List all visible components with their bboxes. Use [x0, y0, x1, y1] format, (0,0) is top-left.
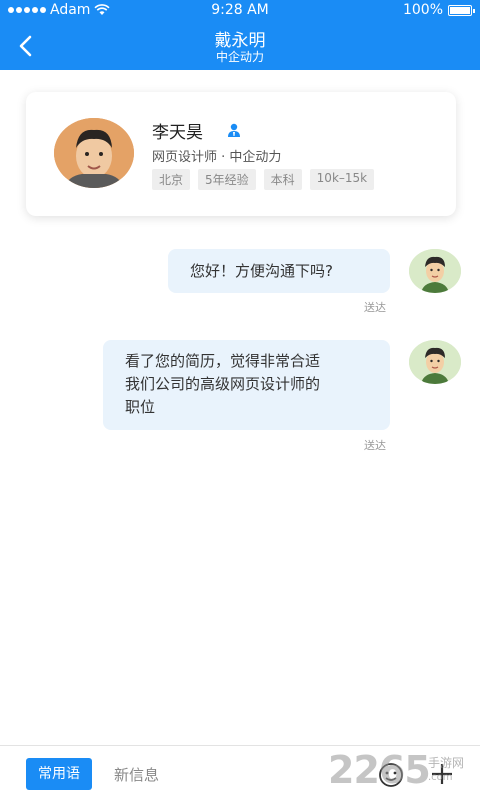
watermark-site-name: 手游网 — [428, 756, 465, 770]
nav-bar: 戴永明 中企动力 — [0, 22, 480, 70]
avatar[interactable] — [54, 118, 134, 188]
profile-tags: 北京 5年经验 本科 10k–15k — [152, 169, 375, 190]
watermark-logo: 2265 — [328, 748, 431, 792]
profile-job-title: 网页设计师 · 中企动力 — [152, 150, 282, 165]
delivery-status: 送达 — [364, 439, 386, 452]
message-text-line: 职位 — [125, 398, 156, 416]
battery-label: 100% — [402, 2, 443, 18]
profile-card[interactable]: 李天昊 网页设计师 · 中企动力 北京 5年经验 本科 10k–15k — [26, 92, 456, 216]
message-text: 您好！方便沟通下吗? — [190, 262, 333, 280]
message-input[interactable]: 新信息 — [114, 764, 159, 785]
message-bubble[interactable]: 看了您的简历，觉得非常合适 我们公司的高级网页设计师的 职位 — [103, 340, 390, 430]
avatar[interactable] — [409, 249, 461, 293]
tag-experience: 5年经验 — [198, 169, 256, 190]
profile-name: 李天昊 — [152, 123, 203, 143]
avatar[interactable] — [409, 340, 461, 384]
common-phrases-button[interactable]: 常用语 — [26, 758, 92, 790]
tag-location: 北京 — [152, 169, 191, 190]
tag-education: 本科 — [263, 169, 302, 190]
message-text-line: 看了您的简历，觉得非常合适 — [125, 352, 321, 370]
message-text-line: 我们公司的高级网页设计师的 — [125, 375, 321, 393]
tag-salary: 10k–15k — [309, 169, 375, 190]
battery-icon — [448, 4, 475, 16]
message-bubble[interactable]: 您好！方便沟通下吗? — [168, 249, 390, 293]
status-right: 100% — [402, 2, 475, 18]
status-bar: Adam 9:28 AM 100% — [0, 0, 480, 22]
watermark-url: .com — [428, 772, 453, 783]
delivery-status: 送达 — [364, 301, 386, 314]
person-badge-icon — [228, 123, 240, 137]
page-subtitle: 中企动力 — [215, 50, 264, 64]
